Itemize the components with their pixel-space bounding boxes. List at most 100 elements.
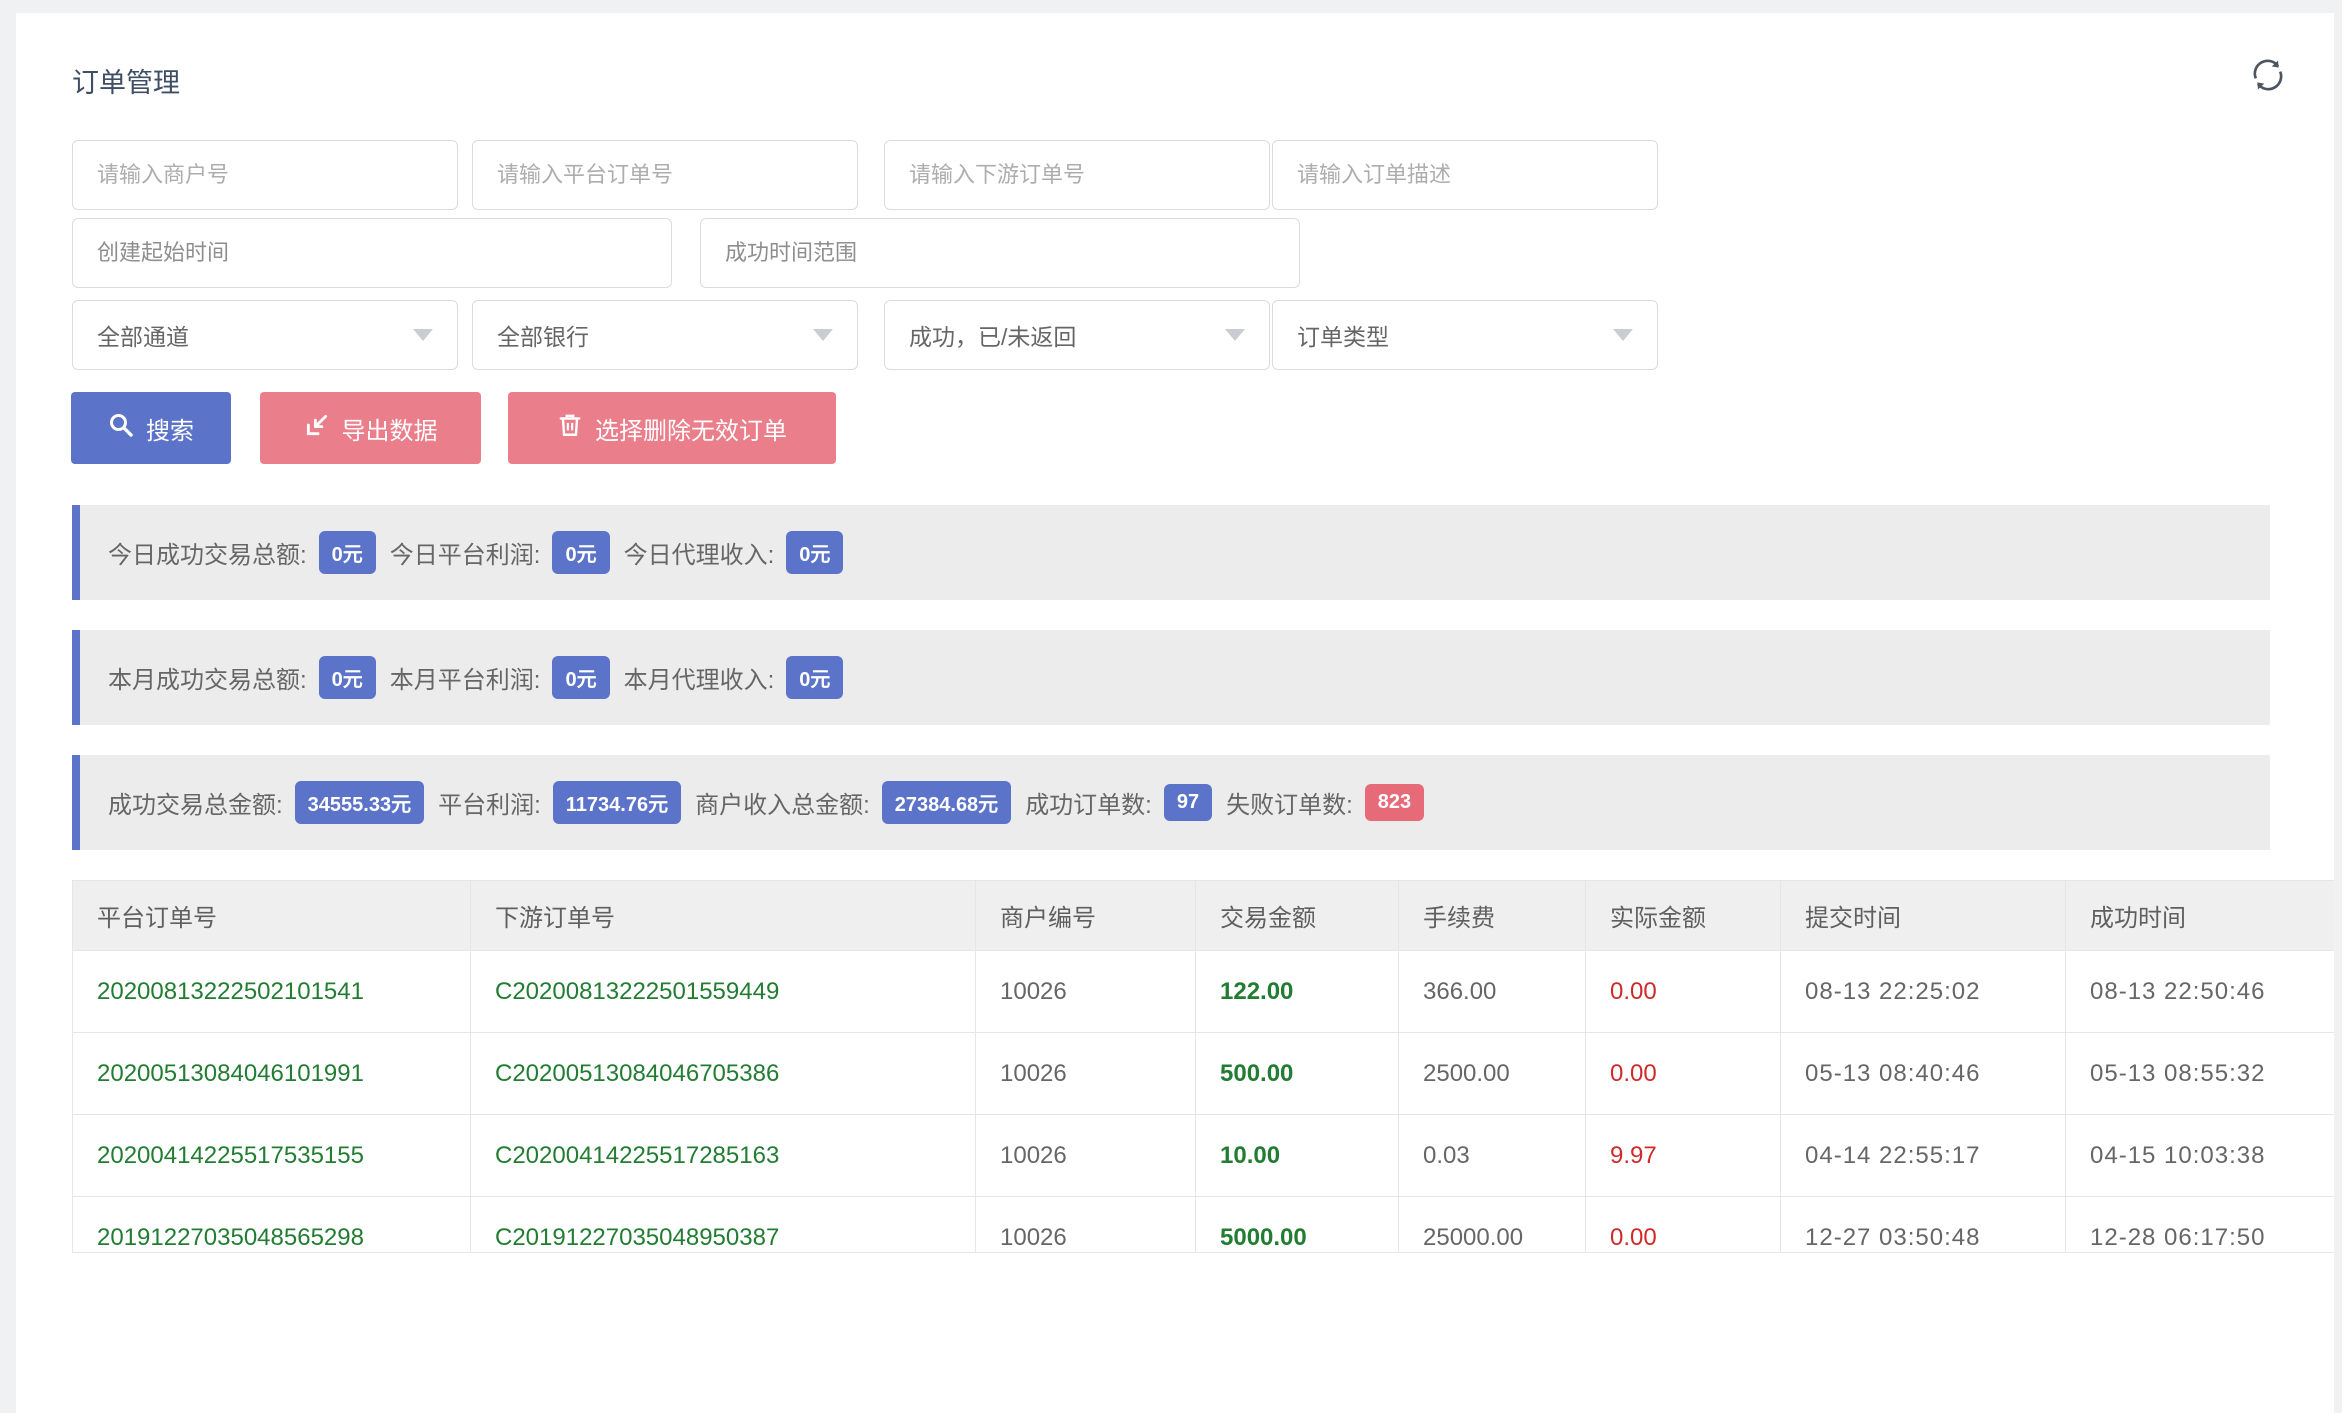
chevron-down-icon — [413, 329, 433, 341]
cell-merchant-no: 10026 — [976, 951, 1196, 1033]
chevron-down-icon — [1225, 329, 1245, 341]
cell-success-time: 08-13 22:50:46 — [2066, 951, 2335, 1033]
page-title: 订单管理 — [72, 61, 180, 100]
table-row: 20200414225517535155 C202004142255172851… — [73, 1115, 2335, 1197]
status-badge: 34555.33元 — [295, 781, 424, 824]
cell-downstream-order-no: C20191227035048950387 — [471, 1197, 976, 1254]
stat-label: 失败订单数: — [1226, 785, 1353, 820]
order-type-select-value: 订单类型 — [1297, 318, 1389, 352]
cell-fee: 25000.00 — [1399, 1197, 1586, 1254]
platform-order-no-input[interactable] — [472, 140, 858, 210]
cell-submit-time: 05-13 08:40:46 — [1781, 1033, 2066, 1115]
month-stats-bar: 本月成功交易总额: 0元 本月平台利润: 0元 本月代理收入: 0元 — [72, 630, 2270, 725]
success-time-range-input[interactable] — [700, 218, 1300, 288]
table-header-row: 平台订单号 下游订单号 商户编号 交易金额 手续费 实际金额 提交时间 成功时间 — [73, 881, 2335, 951]
cell-amount: 5000.00 — [1196, 1197, 1399, 1254]
orders-table: 平台订单号 下游订单号 商户编号 交易金额 手续费 实际金额 提交时间 成功时间… — [72, 880, 2334, 1253]
table-row: 20191227035048565298 C201912270350489503… — [73, 1197, 2335, 1254]
col-header-submit-time: 提交时间 — [1781, 881, 2066, 951]
status-select[interactable]: 成功，已/未返回 — [884, 300, 1270, 370]
export-icon — [304, 412, 330, 445]
col-header-merchant-no: 商户编号 — [976, 881, 1196, 951]
status-badge: 0元 — [786, 531, 843, 574]
search-button-label: 搜索 — [146, 411, 194, 446]
cell-amount: 122.00 — [1196, 951, 1399, 1033]
stat-label: 平台利润: — [438, 785, 541, 820]
status-badge: 0元 — [552, 531, 609, 574]
table-row: 20200813222502101541 C202008132225015594… — [73, 951, 2335, 1033]
delete-invalid-orders-button[interactable]: 选择删除无效订单 — [508, 392, 836, 464]
stat-month-platform-profit: 本月平台利润: 0元 — [390, 656, 624, 699]
col-header-downstream-order-no: 下游订单号 — [471, 881, 976, 951]
status-badge: 0元 — [319, 656, 376, 699]
refresh-icon — [2248, 82, 2288, 99]
order-management-panel: 订单管理 全部通道 全部银行 成功，已/未返回 订单类型 — [16, 13, 2334, 1413]
stat-label: 商户收入总金额: — [695, 785, 870, 820]
col-header-success-time: 成功时间 — [2066, 881, 2335, 951]
status-badge: 97 — [1164, 784, 1212, 821]
cell-platform-order-no: 20200513084046101991 — [73, 1033, 471, 1115]
stat-today-agent-income: 今日代理收入: 0元 — [624, 531, 858, 574]
cell-submit-time: 04-14 22:55:17 — [1781, 1115, 2066, 1197]
status-select-value: 成功，已/未返回 — [909, 318, 1076, 352]
cell-submit-time: 08-13 22:25:02 — [1781, 951, 2066, 1033]
stat-label: 今日成功交易总额: — [108, 535, 307, 570]
stat-label: 成功交易总金额: — [108, 785, 283, 820]
col-header-platform-order-no: 平台订单号 — [73, 881, 471, 951]
cell-downstream-order-no: C20200813222501559449 — [471, 951, 976, 1033]
status-badge: 0元 — [786, 656, 843, 699]
stat-month-success-total: 本月成功交易总额: 0元 — [108, 656, 390, 699]
cell-actual-amount: 0.00 — [1586, 1197, 1781, 1254]
export-data-button[interactable]: 导出数据 — [260, 392, 481, 464]
trash-icon — [557, 412, 583, 445]
cell-actual-amount: 0.00 — [1586, 951, 1781, 1033]
stat-label: 本月代理收入: — [624, 660, 775, 695]
status-badge: 0元 — [319, 531, 376, 574]
cell-downstream-order-no: C20200414225517285163 — [471, 1115, 976, 1197]
stat-label: 今日平台利润: — [390, 535, 541, 570]
order-type-select[interactable]: 订单类型 — [1272, 300, 1658, 370]
cell-platform-order-no: 20200813222502101541 — [73, 951, 471, 1033]
bank-select-value: 全部银行 — [497, 318, 589, 352]
order-desc-input[interactable] — [1272, 140, 1658, 210]
search-icon — [108, 412, 134, 445]
cell-fee: 0.03 — [1399, 1115, 1586, 1197]
channel-select[interactable]: 全部通道 — [72, 300, 458, 370]
stat-label: 今日代理收入: — [624, 535, 775, 570]
refresh-button[interactable] — [2248, 55, 2288, 95]
status-badge: 823 — [1365, 784, 1424, 821]
downstream-order-no-input[interactable] — [884, 140, 1270, 210]
cell-fee: 2500.00 — [1399, 1033, 1586, 1115]
stat-month-agent-income: 本月代理收入: 0元 — [624, 656, 858, 699]
status-badge: 11734.76元 — [553, 781, 681, 824]
cell-platform-order-no: 20200414225517535155 — [73, 1115, 471, 1197]
cell-downstream-order-no: C20200513084046705386 — [471, 1033, 976, 1115]
chevron-down-icon — [1613, 329, 1633, 341]
today-stats-bar: 今日成功交易总额: 0元 今日平台利润: 0元 今日代理收入: 0元 — [72, 505, 2270, 600]
stat-label: 成功订单数: — [1025, 785, 1152, 820]
stat-failed-order-count: 失败订单数: 823 — [1226, 784, 1438, 821]
table-row: 20200513084046101991 C202005130840467053… — [73, 1033, 2335, 1115]
create-time-range-input[interactable] — [72, 218, 672, 288]
cell-platform-order-no: 20191227035048565298 — [73, 1197, 471, 1254]
merchant-no-input[interactable] — [72, 140, 458, 210]
status-badge: 27384.68元 — [882, 781, 1011, 824]
col-header-amount: 交易金额 — [1196, 881, 1399, 951]
cell-actual-amount: 0.00 — [1586, 1033, 1781, 1115]
status-badge: 0元 — [552, 656, 609, 699]
search-button[interactable]: 搜索 — [71, 392, 231, 464]
cell-merchant-no: 10026 — [976, 1197, 1196, 1254]
stat-label: 本月成功交易总额: — [108, 660, 307, 695]
bank-select[interactable]: 全部银行 — [472, 300, 858, 370]
stat-label: 本月平台利润: — [390, 660, 541, 695]
cell-actual-amount: 9.97 — [1586, 1115, 1781, 1197]
cell-merchant-no: 10026 — [976, 1033, 1196, 1115]
stat-total-success-amount: 成功交易总金额: 34555.33元 — [108, 781, 438, 824]
cell-fee: 366.00 — [1399, 951, 1586, 1033]
total-stats-bar: 成功交易总金额: 34555.33元 平台利润: 11734.76元 商户收入总… — [72, 755, 2270, 850]
col-header-fee: 手续费 — [1399, 881, 1586, 951]
cell-success-time: 04-15 10:03:38 — [2066, 1115, 2335, 1197]
stat-total-merchant-income: 商户收入总金额: 27384.68元 — [695, 781, 1025, 824]
stat-success-order-count: 成功订单数: 97 — [1025, 784, 1226, 821]
stat-total-platform-profit: 平台利润: 11734.76元 — [438, 781, 695, 824]
